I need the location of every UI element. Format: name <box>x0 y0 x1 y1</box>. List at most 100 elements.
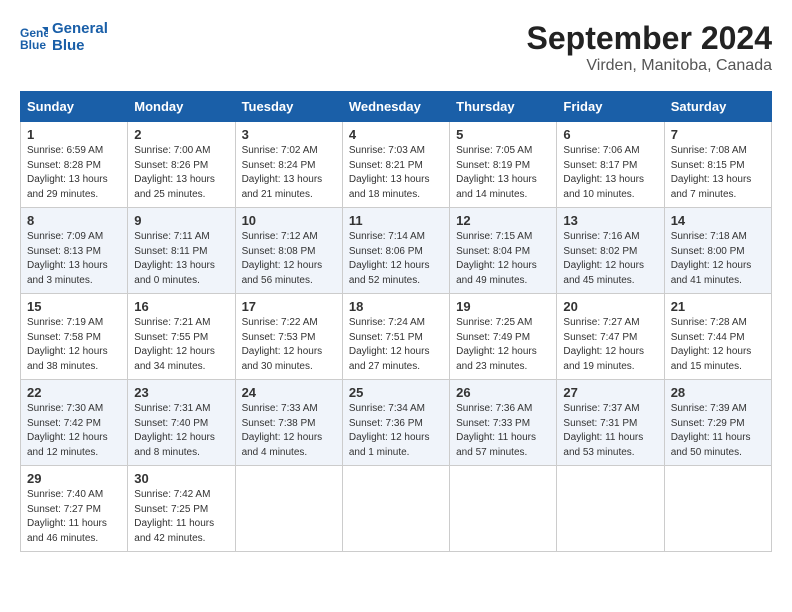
day-cell-1: 1 Sunrise: 6:59 AM Sunset: 8:28 PM Daylig… <box>21 122 128 208</box>
day-info: Sunrise: 7:27 AM Sunset: 7:47 PM Dayligh… <box>563 316 657 374</box>
day-info: Sunrise: 7:06 AM Sunset: 8:17 PM Dayligh… <box>563 144 657 202</box>
day-info: Sunrise: 7:34 AM Sunset: 7:36 PM Dayligh… <box>349 402 443 460</box>
day-info: Sunrise: 7:11 AM Sunset: 8:11 PM Dayligh… <box>134 230 228 288</box>
calendar-row-0: 1 Sunrise: 6:59 AM Sunset: 8:28 PM Daylig… <box>21 122 772 208</box>
day-cell-11: 11 Sunrise: 7:14 AM Sunset: 8:06 PM Dayli… <box>342 208 449 294</box>
day-info: Sunrise: 7:33 AM Sunset: 7:38 PM Dayligh… <box>242 402 336 460</box>
day-info: Sunrise: 7:22 AM Sunset: 7:53 PM Dayligh… <box>242 316 336 374</box>
day-cell-22: 22 Sunrise: 7:30 AM Sunset: 7:42 PM Dayli… <box>21 380 128 466</box>
day-number: 4 <box>349 127 443 142</box>
day-number: 9 <box>134 213 228 228</box>
day-cell-15: 15 Sunrise: 7:19 AM Sunset: 7:58 PM Dayli… <box>21 294 128 380</box>
day-number: 10 <box>242 213 336 228</box>
weekday-header-row: SundayMondayTuesdayWednesdayThursdayFrid… <box>21 92 772 122</box>
weekday-thursday: Thursday <box>450 92 557 122</box>
day-number: 25 <box>349 385 443 400</box>
day-info: Sunrise: 7:12 AM Sunset: 8:08 PM Dayligh… <box>242 230 336 288</box>
day-info: Sunrise: 7:16 AM Sunset: 8:02 PM Dayligh… <box>563 230 657 288</box>
day-number: 29 <box>27 471 121 486</box>
weekday-friday: Friday <box>557 92 664 122</box>
day-info: Sunrise: 7:09 AM Sunset: 8:13 PM Dayligh… <box>27 230 121 288</box>
day-number: 13 <box>563 213 657 228</box>
day-number: 23 <box>134 385 228 400</box>
day-number: 2 <box>134 127 228 142</box>
title-block: September 2024 Virden, Manitoba, Canada <box>527 20 772 75</box>
day-cell-2: 2 Sunrise: 7:00 AM Sunset: 8:26 PM Daylig… <box>128 122 235 208</box>
day-info: Sunrise: 7:30 AM Sunset: 7:42 PM Dayligh… <box>27 402 121 460</box>
day-info: Sunrise: 7:37 AM Sunset: 7:31 PM Dayligh… <box>563 402 657 460</box>
day-cell-6: 6 Sunrise: 7:06 AM Sunset: 8:17 PM Daylig… <box>557 122 664 208</box>
svg-text:Blue: Blue <box>20 38 46 51</box>
day-info: Sunrise: 7:31 AM Sunset: 7:40 PM Dayligh… <box>134 402 228 460</box>
day-cell-14: 14Sunrise: 7:18 AM Sunset: 8:00 PM Dayli… <box>664 208 771 294</box>
day-info: Sunrise: 7:28 AM Sunset: 7:44 PM Dayligh… <box>671 316 765 374</box>
weekday-monday: Monday <box>128 92 235 122</box>
calendar-table: SundayMondayTuesdayWednesdayThursdayFrid… <box>20 91 772 552</box>
day-number: 15 <box>27 299 121 314</box>
day-cell-17: 17 Sunrise: 7:22 AM Sunset: 7:53 PM Dayli… <box>235 294 342 380</box>
day-number: 17 <box>242 299 336 314</box>
calendar-row-4: 29Sunrise: 7:40 AM Sunset: 7:27 PM Dayli… <box>21 466 772 552</box>
day-cell-9: 9 Sunrise: 7:11 AM Sunset: 8:11 PM Daylig… <box>128 208 235 294</box>
day-number: 28 <box>671 385 765 400</box>
weekday-sunday: Sunday <box>21 92 128 122</box>
day-number: 24 <box>242 385 336 400</box>
day-number: 6 <box>563 127 657 142</box>
page-header: General Blue GeneralBlue September 2024 … <box>20 20 772 75</box>
day-number: 30 <box>134 471 228 486</box>
day-cell-28: 28 Sunrise: 7:39 AM Sunset: 7:29 PM Dayli… <box>664 380 771 466</box>
empty-cell <box>557 466 664 552</box>
day-number: 11 <box>349 213 443 228</box>
empty-cell <box>450 466 557 552</box>
weekday-wednesday: Wednesday <box>342 92 449 122</box>
day-cell-8: 8 Sunrise: 7:09 AM Sunset: 8:13 PM Daylig… <box>21 208 128 294</box>
day-info: Sunrise: 7:03 AM Sunset: 8:21 PM Dayligh… <box>349 144 443 202</box>
day-cell-16: 16 Sunrise: 7:21 AM Sunset: 7:55 PM Dayli… <box>128 294 235 380</box>
day-number: 16 <box>134 299 228 314</box>
day-cell-23: 23 Sunrise: 7:31 AM Sunset: 7:40 PM Dayli… <box>128 380 235 466</box>
day-number: 27 <box>563 385 657 400</box>
day-info: Sunrise: 7:42 AM Sunset: 7:25 PM Dayligh… <box>134 488 228 546</box>
day-number: 12 <box>456 213 550 228</box>
day-cell-13: 13 Sunrise: 7:16 AM Sunset: 8:02 PM Dayli… <box>557 208 664 294</box>
day-number: 21 <box>671 299 765 314</box>
day-cell-30: 30 Sunrise: 7:42 AM Sunset: 7:25 PM Dayli… <box>128 466 235 552</box>
location: Virden, Manitoba, Canada <box>527 57 772 75</box>
day-cell-4: 4 Sunrise: 7:03 AM Sunset: 8:21 PM Daylig… <box>342 122 449 208</box>
day-info: Sunrise: 7:25 AM Sunset: 7:49 PM Dayligh… <box>456 316 550 374</box>
day-cell-21: 21 Sunrise: 7:28 AM Sunset: 7:44 PM Dayli… <box>664 294 771 380</box>
day-number: 19 <box>456 299 550 314</box>
day-info: Sunrise: 7:19 AM Sunset: 7:58 PM Dayligh… <box>27 316 121 374</box>
day-cell-25: 25 Sunrise: 7:34 AM Sunset: 7:36 PM Dayli… <box>342 380 449 466</box>
logo-icon: General Blue <box>20 23 48 51</box>
day-info: Sunrise: 7:15 AM Sunset: 8:04 PM Dayligh… <box>456 230 550 288</box>
day-number: 18 <box>349 299 443 314</box>
day-info: Sunrise: 7:24 AM Sunset: 7:51 PM Dayligh… <box>349 316 443 374</box>
day-cell-10: 10 Sunrise: 7:12 AM Sunset: 8:08 PM Dayli… <box>235 208 342 294</box>
empty-cell <box>235 466 342 552</box>
day-cell-27: 27 Sunrise: 7:37 AM Sunset: 7:31 PM Dayli… <box>557 380 664 466</box>
day-cell-18: 18 Sunrise: 7:24 AM Sunset: 7:51 PM Dayli… <box>342 294 449 380</box>
calendar-row-2: 15 Sunrise: 7:19 AM Sunset: 7:58 PM Dayli… <box>21 294 772 380</box>
day-info: Sunrise: 7:02 AM Sunset: 8:24 PM Dayligh… <box>242 144 336 202</box>
empty-cell <box>342 466 449 552</box>
day-info: Sunrise: 7:08 AM Sunset: 8:15 PM Dayligh… <box>671 144 765 202</box>
day-info: Sunrise: 7:36 AM Sunset: 7:33 PM Dayligh… <box>456 402 550 460</box>
day-info: Sunrise: 7:14 AM Sunset: 8:06 PM Dayligh… <box>349 230 443 288</box>
day-number: 22 <box>27 385 121 400</box>
month-title: September 2024 <box>527 20 772 57</box>
weekday-saturday: Saturday <box>664 92 771 122</box>
calendar-row-1: 8 Sunrise: 7:09 AM Sunset: 8:13 PM Daylig… <box>21 208 772 294</box>
day-cell-26: 26Sunrise: 7:36 AM Sunset: 7:33 PM Dayli… <box>450 380 557 466</box>
day-info: Sunrise: 6:59 AM Sunset: 8:28 PM Dayligh… <box>27 144 121 202</box>
weekday-tuesday: Tuesday <box>235 92 342 122</box>
day-cell-19: 19 Sunrise: 7:25 AM Sunset: 7:49 PM Dayli… <box>450 294 557 380</box>
day-number: 1 <box>27 127 121 142</box>
day-info: Sunrise: 7:00 AM Sunset: 8:26 PM Dayligh… <box>134 144 228 202</box>
day-number: 20 <box>563 299 657 314</box>
logo: General Blue GeneralBlue <box>20 20 108 55</box>
day-info: Sunrise: 7:39 AM Sunset: 7:29 PM Dayligh… <box>671 402 765 460</box>
calendar-row-3: 22 Sunrise: 7:30 AM Sunset: 7:42 PM Dayli… <box>21 380 772 466</box>
day-number: 8 <box>27 213 121 228</box>
day-info: Sunrise: 7:21 AM Sunset: 7:55 PM Dayligh… <box>134 316 228 374</box>
